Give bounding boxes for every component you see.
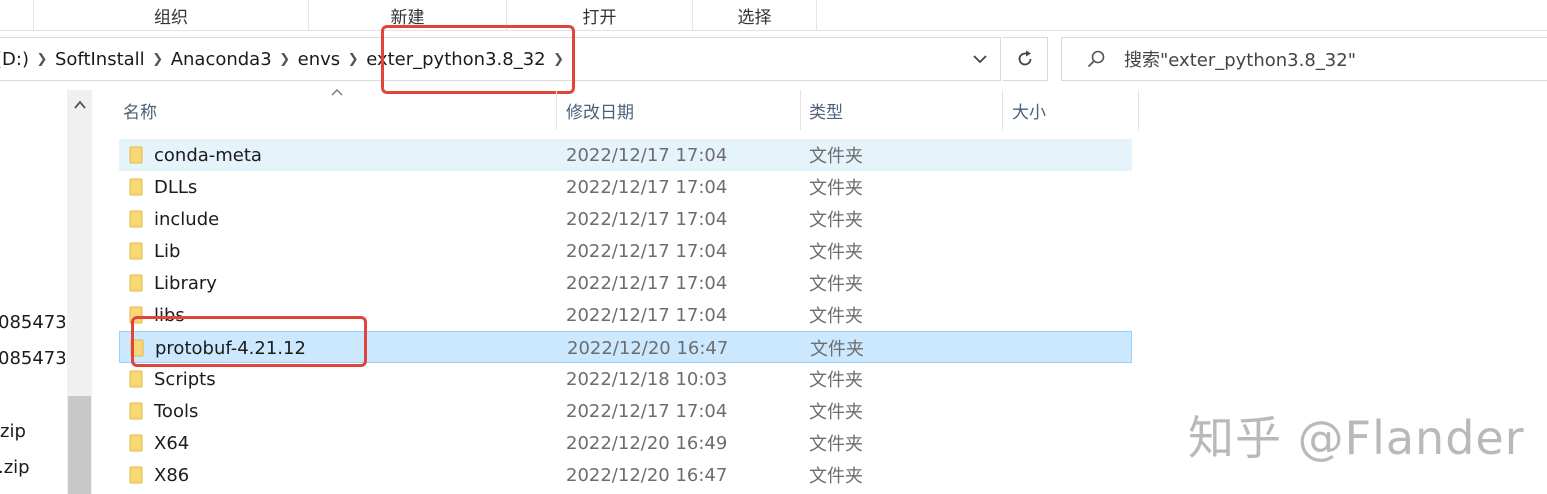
folder-icon	[129, 210, 143, 228]
breadcrumb-drive[interactable]: (D:)	[0, 49, 31, 70]
address-history-dropdown[interactable]	[958, 37, 1002, 81]
file-row-lib[interactable]: Lib 2022/12/17 17:04 文件夹	[119, 235, 1132, 267]
ribbon: 组织 新建 打开 选择	[0, 0, 1547, 31]
file-name: DLLs	[154, 176, 198, 198]
ribbon-group-new[interactable]: 新建	[308, 0, 506, 30]
file-type: 文件夹	[809, 402, 863, 423]
folder-icon	[129, 370, 143, 388]
breadcrumb-envs[interactable]: envs	[296, 49, 343, 70]
file-type: 文件夹	[809, 146, 863, 167]
chevron-right-icon[interactable]: ❯	[274, 52, 296, 67]
file-type: 文件夹	[809, 178, 863, 199]
chevron-up-icon	[73, 100, 86, 109]
column-header-name[interactable]: 名称	[123, 90, 556, 130]
ribbon-group-open[interactable]: 打开	[506, 0, 692, 30]
file-type: 文件夹	[809, 466, 863, 487]
file-row-protobuf[interactable]: protobuf-4.21.12 2022/12/20 16:47 文件夹	[119, 331, 1132, 363]
file-name: protobuf-4.21.12	[155, 337, 306, 359]
file-row-libs[interactable]: libs 2022/12/17 17:04 文件夹	[119, 299, 1132, 331]
folder-icon	[129, 178, 143, 196]
folder-icon	[129, 274, 143, 292]
chevron-right-icon[interactable]: ❯	[147, 52, 169, 67]
file-date: 2022/12/17 17:04	[566, 208, 728, 230]
chevron-right-icon[interactable]: ❯	[31, 52, 53, 67]
file-date: 2022/12/17 17:04	[566, 240, 728, 262]
ribbon-group-select[interactable]: 选择	[692, 0, 817, 30]
file-date: 2022/12/18 10:03	[566, 368, 728, 390]
search-input[interactable]: 搜索"exter_python3.8_32"	[1061, 37, 1547, 81]
chevron-right-icon[interactable]: ❯	[548, 52, 570, 67]
file-row-include[interactable]: include 2022/12/17 17:04 文件夹	[119, 203, 1132, 235]
folder-icon	[129, 146, 143, 164]
file-name: X64	[154, 432, 190, 454]
column-divider[interactable]	[1002, 90, 1003, 130]
column-divider[interactable]	[556, 90, 557, 130]
file-row-scripts[interactable]: Scripts 2022/12/18 10:03 文件夹	[119, 363, 1132, 395]
breadcrumb-anaconda3[interactable]: Anaconda3	[169, 49, 274, 70]
file-row-x86[interactable]: X86 2022/12/20 16:47 文件夹	[119, 459, 1132, 491]
file-name: X86	[154, 464, 190, 486]
file-type: 文件夹	[809, 274, 863, 295]
file-row-library[interactable]: Library 2022/12/17 17:04 文件夹	[119, 267, 1132, 299]
search-placeholder: 搜索"exter_python3.8_32"	[1124, 50, 1356, 71]
file-date: 2022/12/20 16:49	[566, 432, 728, 454]
column-header-size[interactable]: 大小	[1012, 90, 1138, 130]
column-header-type[interactable]: 类型	[809, 90, 1002, 130]
file-type: 文件夹	[809, 210, 863, 231]
file-date: 2022/12/17 17:04	[566, 304, 728, 326]
folder-icon	[129, 466, 143, 484]
file-type: 文件夹	[809, 370, 863, 391]
breadcrumb-softinstall[interactable]: SoftInstall	[53, 49, 147, 70]
scroll-up-button[interactable]	[67, 90, 92, 120]
file-type: 文件夹	[809, 434, 863, 455]
column-divider[interactable]	[800, 90, 801, 130]
nav-item[interactable]: 0854736	[0, 348, 65, 369]
breadcrumb-current-folder[interactable]: exter_python3.8_32	[364, 49, 547, 70]
navigation-pane: 0854736 0854736 zip .zip	[0, 90, 92, 494]
file-name: Tools	[154, 400, 199, 422]
file-date: 2022/12/20 16:47	[566, 464, 728, 486]
nav-item[interactable]: 0854736	[0, 312, 65, 333]
refresh-button[interactable]	[1003, 37, 1048, 81]
folder-icon	[130, 339, 144, 357]
folder-icon	[129, 242, 143, 260]
watermark: 知乎 @Flander	[1188, 411, 1525, 465]
chevron-down-icon	[973, 55, 987, 64]
ribbon-group-organize[interactable]: 组织	[33, 0, 308, 30]
file-name: Scripts	[154, 368, 216, 390]
nav-item[interactable]: zip	[0, 421, 67, 442]
file-date: 2022/12/20 16:47	[567, 337, 729, 359]
column-divider[interactable]	[1138, 90, 1139, 130]
folder-icon	[129, 306, 143, 324]
file-name: conda-meta	[154, 144, 262, 166]
file-row-x64[interactable]: X64 2022/12/20 16:49 文件夹	[119, 427, 1132, 459]
file-name: Library	[154, 272, 217, 294]
file-type: 文件夹	[809, 242, 863, 263]
file-date: 2022/12/17 17:04	[566, 272, 728, 294]
chevron-right-icon[interactable]: ❯	[342, 52, 364, 67]
search-icon	[1076, 49, 1116, 69]
column-header-date[interactable]: 修改日期	[566, 90, 800, 130]
refresh-icon	[1018, 50, 1032, 66]
folder-icon	[129, 402, 143, 420]
file-date: 2022/12/17 17:04	[566, 176, 728, 198]
file-name: Lib	[154, 240, 181, 262]
file-name: libs	[154, 304, 185, 326]
nav-scrollbar-thumb[interactable]	[68, 396, 91, 494]
breadcrumb-drive-label: (D:)	[0, 48, 29, 70]
nav-item[interactable]: .zip	[0, 457, 65, 478]
file-row-dlls[interactable]: DLLs 2022/12/17 17:04 文件夹	[119, 171, 1132, 203]
address-row: (D:) ❯ SoftInstall ❯ Anaconda3 ❯ envs ❯ …	[0, 37, 1547, 83]
file-date: 2022/12/17 17:04	[566, 400, 728, 422]
file-row-conda-meta[interactable]: conda-meta 2022/12/17 17:04 文件夹	[119, 139, 1132, 171]
file-name: include	[154, 208, 220, 230]
file-explorer-window: 组织 新建 打开 选择 (D:) ❯ SoftInstall ❯ Anacond…	[0, 0, 1547, 494]
file-row-tools[interactable]: Tools 2022/12/17 17:04 文件夹	[119, 395, 1132, 427]
file-type: 文件夹	[809, 306, 863, 327]
folder-icon	[129, 434, 143, 452]
address-bar[interactable]: (D:) ❯ SoftInstall ❯ Anaconda3 ❯ envs ❯ …	[0, 37, 1001, 81]
file-type: 文件夹	[810, 339, 864, 360]
file-date: 2022/12/17 17:04	[566, 144, 728, 166]
